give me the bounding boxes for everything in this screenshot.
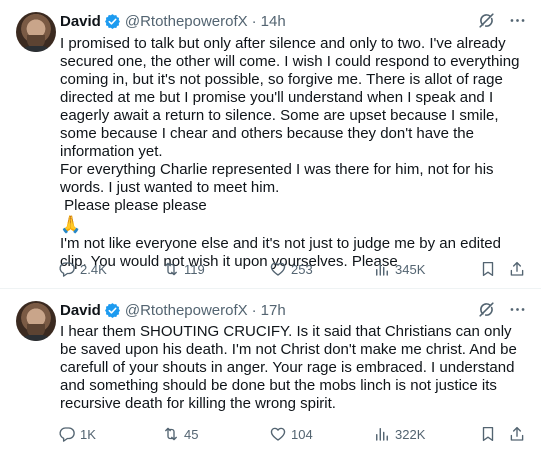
grok-icon[interactable] — [477, 11, 496, 30]
tweet-paragraph: I promised to talk but only after silenc… — [60, 35, 524, 160]
repost-count: 45 — [184, 426, 199, 442]
repost-icon — [165, 262, 177, 276]
reply-count: 2.4K — [80, 261, 107, 277]
reply-button[interactable]: 2.4K — [58, 259, 107, 279]
more-icon[interactable] — [508, 300, 527, 319]
bookmark-icon — [482, 261, 494, 277]
share-button[interactable] — [508, 424, 526, 444]
author-name[interactable]: David — [60, 302, 101, 319]
repost-count: 119 — [184, 261, 205, 277]
like-icon — [270, 262, 286, 276]
share-icon — [510, 261, 524, 276]
author-handle[interactable]: @RtothepowerofX — [125, 302, 248, 319]
views-button[interactable]: 322K — [373, 424, 425, 444]
like-count: 253 — [291, 261, 313, 277]
author-name[interactable]: David — [60, 13, 101, 30]
separator-dot: · — [251, 301, 257, 319]
timestamp[interactable]: 14h — [261, 13, 286, 30]
action-bar: 2.4K 119 253 345K — [58, 259, 528, 279]
tweet-header: David @RtothepowerofX · 14h — [60, 11, 286, 31]
tweet-text: I promised to talk but only after silenc… — [60, 35, 526, 271]
views-count: 345K — [395, 261, 426, 277]
grok-icon[interactable] — [477, 300, 496, 319]
tweet-text: I hear them SHOUTING CRUCIFY. Is it said… — [60, 323, 526, 413]
like-button[interactable]: 253 — [269, 259, 313, 279]
timestamp[interactable]: 17h — [261, 302, 286, 319]
separator-dot: · — [251, 12, 257, 30]
like-icon — [270, 427, 286, 441]
views-button[interactable]: 345K — [373, 259, 425, 279]
tweet-header: David @RtothepowerofX · 17h — [60, 300, 286, 320]
author-handle[interactable]: @RtothepowerofX — [125, 13, 248, 30]
repost-button[interactable]: 45 — [162, 424, 198, 444]
repost-icon — [165, 427, 177, 441]
reply-icon — [59, 262, 75, 277]
bookmark-icon — [482, 426, 494, 442]
bookmark-button[interactable] — [479, 259, 497, 279]
reply-button[interactable]: 1K — [58, 424, 96, 444]
views-icon — [376, 263, 388, 276]
bookmark-button[interactable] — [479, 424, 497, 444]
repost-button[interactable]: 119 — [162, 259, 205, 279]
tweet-paragraph: I hear them SHOUTING CRUCIFY. Is it said… — [60, 323, 521, 412]
verified-badge-icon[interactable] — [104, 13, 121, 30]
share-button[interactable] — [508, 259, 526, 279]
pray-emoji: 🙏 — [60, 215, 82, 234]
reply-count: 1K — [80, 426, 96, 442]
action-bar: 1K 45 104 322K — [58, 424, 528, 444]
tweet[interactable]: David @RtothepowerofX · 14h I promised t… — [0, 0, 541, 289]
verified-badge-icon[interactable] — [104, 302, 121, 319]
avatar[interactable] — [16, 301, 56, 341]
share-icon — [510, 426, 524, 441]
like-button[interactable]: 104 — [269, 424, 313, 444]
tweet-paragraph: For everything Charlie represented I was… — [60, 161, 498, 196]
tweet[interactable]: David @RtothepowerofX · 17h I hear them … — [0, 289, 541, 457]
more-icon[interactable] — [508, 11, 527, 30]
views-count: 322K — [395, 426, 426, 442]
tweet-paragraph: Please please please — [60, 197, 207, 214]
like-count: 104 — [291, 426, 313, 442]
avatar[interactable] — [16, 12, 56, 52]
views-icon — [376, 428, 388, 441]
reply-icon — [59, 427, 75, 442]
